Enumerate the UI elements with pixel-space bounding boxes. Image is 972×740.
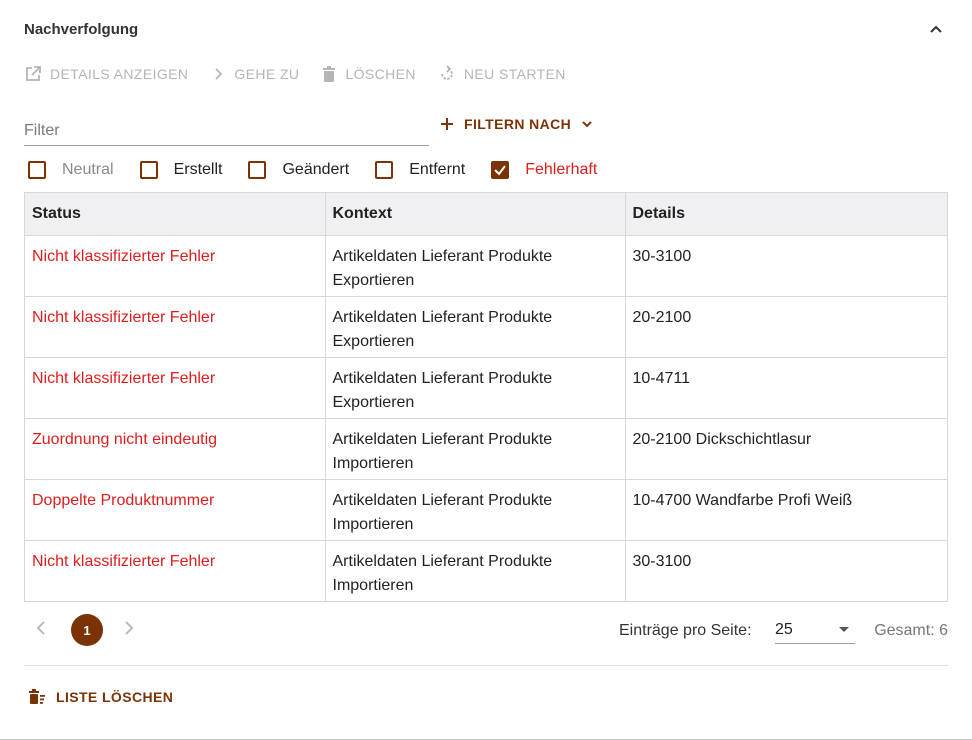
checkbox-label: Geändert xyxy=(282,161,350,178)
cell-status: Zuordnung nicht eindeutig xyxy=(25,418,326,480)
filter-by-label: FILTERN NACH xyxy=(464,116,572,132)
table-row[interactable]: Doppelte Produktnummer Artikeldaten Lief… xyxy=(25,479,947,541)
plus-icon xyxy=(441,118,453,130)
checkbox-label: Entfernt xyxy=(409,161,466,178)
total-count: Gesamt: 6 xyxy=(874,622,948,639)
pagination: 1 Einträge pro Seite: 25 Gesamt: 6 xyxy=(24,612,948,648)
checkbox-geaendert[interactable]: Geändert xyxy=(248,161,349,179)
details-button-label: DETAILS ANZEIGEN xyxy=(50,66,189,82)
filter-input[interactable] xyxy=(24,116,429,146)
checkbox-box[interactable] xyxy=(139,161,158,179)
collapse-button[interactable] xyxy=(924,17,948,41)
checkbox-label: Erstellt xyxy=(173,161,223,178)
chevron-right-icon xyxy=(215,68,223,80)
cell-status: Nicht klassifizierter Fehler xyxy=(25,235,326,297)
checkbox-label: Fehlerhaft xyxy=(525,161,598,178)
chevron-left-icon xyxy=(36,621,45,635)
dropdown-arrow-icon xyxy=(839,627,849,632)
context-line-1: Artikeldaten Lieferant Produkte xyxy=(332,247,553,265)
checkbox-box[interactable] xyxy=(28,161,46,179)
cell-details: 20-2100 Dickschichtlasur xyxy=(625,418,947,480)
checkbox-box[interactable] xyxy=(248,161,267,179)
checkbox-box[interactable] xyxy=(375,161,394,179)
delete-button[interactable]: LÖSCHEN xyxy=(321,65,416,83)
goto-button-label: GEHE ZU xyxy=(234,66,300,82)
cell-details: 30-3100 xyxy=(625,235,947,297)
context-line-1: Artikeldaten Lieferant Produkte xyxy=(332,369,553,387)
chevron-right-icon xyxy=(125,621,134,635)
delete-button-label: LÖSCHEN xyxy=(345,66,416,82)
details-button[interactable]: DETAILS ANZEIGEN xyxy=(24,65,188,83)
cell-context: Artikeldaten Lieferant Produkte Exportier… xyxy=(325,235,626,297)
next-page-button[interactable] xyxy=(122,620,136,641)
cell-status: Nicht klassifizierter Fehler xyxy=(25,357,326,419)
filter-by-button[interactable]: FILTERN NACH xyxy=(440,116,593,132)
checkbox-neutral[interactable]: Neutral xyxy=(28,161,114,179)
table-row[interactable]: Zuordnung nicht eindeutig Artikeldaten L… xyxy=(25,418,947,480)
cell-context: Artikeldaten Lieferant Produkte Exportier… xyxy=(325,357,626,419)
column-header-details[interactable]: Details xyxy=(625,193,947,236)
column-header-status[interactable]: Status xyxy=(25,193,326,236)
cell-context: Artikeldaten Lieferant Produkte Importier… xyxy=(325,540,626,601)
filter-row: FILTERN NACH xyxy=(24,112,948,148)
cell-details: 10-4700 Wandfarbe Profi Weiß xyxy=(625,479,947,541)
divider xyxy=(24,665,948,666)
checkbox-erstellt[interactable]: Erstellt xyxy=(139,161,223,179)
context-line-2: Exportieren xyxy=(332,332,415,350)
restart-button-label: NEU STARTEN xyxy=(463,66,566,82)
context-line-1: Artikeldaten Lieferant Produkte xyxy=(332,308,553,326)
clear-list-button[interactable]: LISTE LÖSCHEN xyxy=(28,688,173,706)
checkbox-entfernt[interactable]: Entfernt xyxy=(375,161,465,179)
per-page-label: Einträge pro Seite: xyxy=(619,622,752,639)
context-line-1: Artikeldaten Lieferant Produkte xyxy=(332,552,553,570)
checkmark-icon xyxy=(494,165,507,176)
checkbox-label: Neutral xyxy=(62,161,114,178)
checkbox-box-checked[interactable] xyxy=(491,161,510,179)
tracking-panel: Nachverfolgung DETAILS ANZEIGEN GEHE ZU … xyxy=(0,0,972,740)
cell-status: Nicht klassifizierter Fehler xyxy=(25,296,326,358)
cell-context: Artikeldaten Lieferant Produkte Importier… xyxy=(325,418,626,480)
tracking-table: Status Kontext Details Nicht klassifizie… xyxy=(24,192,948,602)
page-button-current[interactable]: 1 xyxy=(71,614,103,646)
toolbar: DETAILS ANZEIGEN GEHE ZU LÖSCHEN NEU STA… xyxy=(24,60,588,88)
previous-page-button[interactable] xyxy=(34,620,48,641)
panel-title: Nachverfolgung xyxy=(24,20,139,38)
panel-header: Nachverfolgung xyxy=(24,14,948,44)
cell-details: 10-4711 xyxy=(625,357,947,419)
table-row[interactable]: Nicht klassifizierter Fehler Artikeldate… xyxy=(25,540,947,601)
cell-status: Doppelte Produktnummer xyxy=(25,479,326,541)
goto-button[interactable]: GEHE ZU xyxy=(210,66,299,82)
status-filter-checkboxes: Neutral Erstellt Geändert Entfernt Fehle… xyxy=(28,158,623,182)
context-line-1: Artikeldaten Lieferant Produkte xyxy=(332,491,553,509)
context-line-2: Importieren xyxy=(332,454,414,472)
chevron-down-icon xyxy=(582,121,592,128)
per-page-select[interactable]: 25 xyxy=(775,616,855,644)
chevron-up-icon xyxy=(930,25,942,33)
restart-button[interactable]: NEU STARTEN xyxy=(438,65,566,83)
context-line-2: Exportieren xyxy=(332,271,415,289)
trash-icon xyxy=(323,66,336,82)
table-row[interactable]: Nicht klassifizierter Fehler Artikeldate… xyxy=(25,235,947,297)
context-line-2: Importieren xyxy=(332,576,414,594)
clear-list-label: LISTE LÖSCHEN xyxy=(56,689,174,705)
context-line-2: Exportieren xyxy=(332,393,415,411)
column-header-context[interactable]: Kontext xyxy=(325,193,626,236)
restart-icon xyxy=(441,65,453,80)
context-line-2: Importieren xyxy=(332,515,414,533)
cell-details: 30-3100 xyxy=(632,552,692,570)
open-external-icon xyxy=(26,66,41,81)
table-header-row: Status Kontext Details xyxy=(25,193,947,236)
cell-details: 20-2100 xyxy=(625,296,947,358)
table-row[interactable]: Nicht klassifizierter Fehler Artikeldate… xyxy=(25,296,947,358)
context-line-1: Artikeldaten Lieferant Produkte xyxy=(332,430,553,448)
cell-context: Artikeldaten Lieferant Produkte Importier… xyxy=(325,479,626,541)
cell-context: Artikeldaten Lieferant Produkte Exportier… xyxy=(325,296,626,358)
table-row[interactable]: Nicht klassifizierter Fehler Artikeldate… xyxy=(25,357,947,419)
checkbox-fehlerhaft[interactable]: Fehlerhaft xyxy=(491,161,597,179)
cell-status: Nicht klassifizierter Fehler xyxy=(25,540,326,601)
delete-sweep-icon xyxy=(29,689,45,704)
per-page-value: 25 xyxy=(775,620,793,638)
